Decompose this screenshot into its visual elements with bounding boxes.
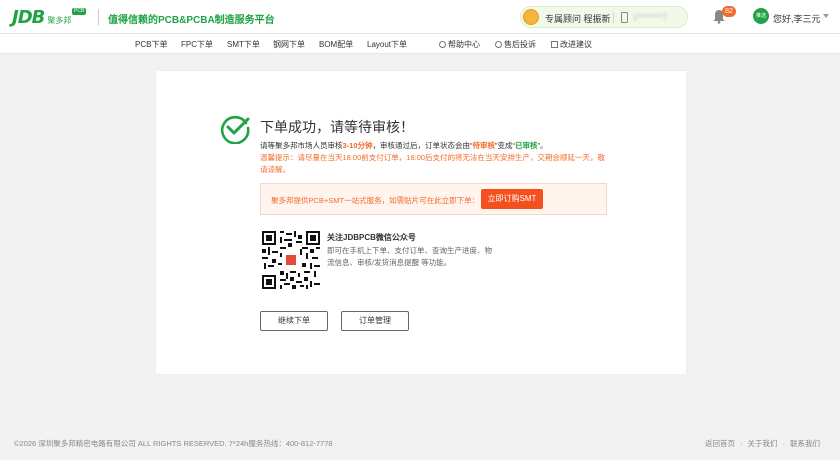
- nav-suggestion[interactable]: 改进建议: [551, 39, 592, 50]
- nav-help-center[interactable]: 帮助中心: [439, 39, 480, 50]
- status-from: 待审核: [472, 141, 496, 150]
- logo-divider: [98, 9, 99, 25]
- desc-time: 3-10分钟: [342, 141, 373, 150]
- review-description: 请等聚多邦市场人员审核3-10分钟，审核通过后，订单状态会由“待审核”变成“已审…: [260, 140, 548, 151]
- footer-links: 返回首页 · 关于我们 · 联系我们: [705, 439, 820, 448]
- warm-tip: 温馨提示：请尽量在当天18:00前支付订单，18:00后支付的将无法在当天安排生…: [260, 153, 606, 174]
- nav-complaint-label: 售后投诉: [504, 40, 536, 49]
- logo-text: JDB: [12, 6, 45, 28]
- footer-copyright: ©2026 深圳聚多邦精密电路有限公司 ALL RIGHTS RESERVED.…: [14, 439, 333, 448]
- footer-link-about[interactable]: 关于我们: [748, 439, 778, 448]
- feedback-icon: [551, 41, 558, 48]
- nav-fpc-order[interactable]: FPC下单: [181, 39, 213, 50]
- wechat-description: 即可在手机上下单、支付订单、查询生产进度、物流信息、审核/发货消息提醒 等功能。: [327, 246, 492, 267]
- advisor-label: 专属顾问 程振新: [545, 14, 611, 24]
- nav-pcb-order[interactable]: PCB下单: [135, 39, 167, 50]
- order-management-button[interactable]: 订单管理: [341, 311, 409, 331]
- footer-link-contact[interactable]: 联系我们: [790, 439, 820, 448]
- check-circle-icon: [220, 115, 250, 144]
- help-icon: [439, 41, 446, 48]
- advisor-divider: [613, 12, 614, 23]
- desc-change: ”变成“: [495, 141, 516, 150]
- nav-complaint[interactable]: 售后投诉: [495, 39, 536, 50]
- nav-smt-order[interactable]: SMT下单: [227, 39, 260, 50]
- desc-prefix: 请等聚多邦市场人员审核: [260, 141, 343, 150]
- promo-text: 聚多邦提供PCB+SMT一站式服务，如需贴片可在此立即下单：: [271, 196, 480, 205]
- top-header: JDB 聚多邦 PCB 值得信赖的PCB&PCBA制造服务平台 专属顾问 程振新…: [0, 0, 840, 34]
- advisor-card[interactable]: 专属顾问 程振新 1********7: [520, 6, 688, 28]
- desc-middle: ，审核通过后，订单状态会由“: [372, 141, 473, 150]
- nav-bom-order[interactable]: BOM配单: [319, 39, 353, 50]
- logo-subtitle: 聚多邦: [47, 15, 72, 25]
- phone-icon: [621, 12, 628, 23]
- slogan: 值得信赖的PCB&PCBA制造服务平台: [108, 15, 275, 26]
- logo[interactable]: JDB 聚多邦 PCB: [12, 6, 87, 28]
- nav-layout-order[interactable]: Layout下单: [367, 39, 407, 50]
- advisor-avatar: [523, 9, 539, 25]
- desc-suffix: ”。: [537, 141, 548, 150]
- continue-order-button[interactable]: 继续下单: [260, 311, 328, 331]
- notification-badge: 82: [722, 6, 736, 17]
- nav-help-label: 帮助中心: [448, 40, 480, 49]
- status-to: 已审核: [515, 141, 538, 150]
- wechat-title: 关注JDBPCB微信公众号: [327, 233, 416, 242]
- avatar[interactable]: 推选: [753, 8, 769, 24]
- logo-badge: PCB: [72, 8, 87, 15]
- user-greeting[interactable]: 您好,李三元: [773, 12, 821, 25]
- nav-suggestion-label: 改进建议: [560, 40, 592, 49]
- chevron-down-icon[interactable]: [823, 14, 829, 18]
- order-smt-button[interactable]: 立即订购SMT: [481, 189, 543, 209]
- advisor-phone: 1********7: [633, 13, 667, 22]
- nav-stencil-order[interactable]: 钢网下单: [273, 39, 305, 50]
- main-nav: PCB下单 FPC下单 SMT下单 钢网下单 BOM配单 Layout下单 帮助…: [0, 34, 840, 54]
- wechat-qr-code: [262, 231, 320, 289]
- shield-icon: [495, 41, 502, 48]
- page-title: 下单成功，请等待审核！: [260, 119, 414, 135]
- smt-promo-banner: 聚多邦提供PCB+SMT一站式服务，如需贴片可在此立即下单： 立即订购SMT: [260, 183, 607, 215]
- footer-link-home[interactable]: 返回首页: [705, 439, 735, 448]
